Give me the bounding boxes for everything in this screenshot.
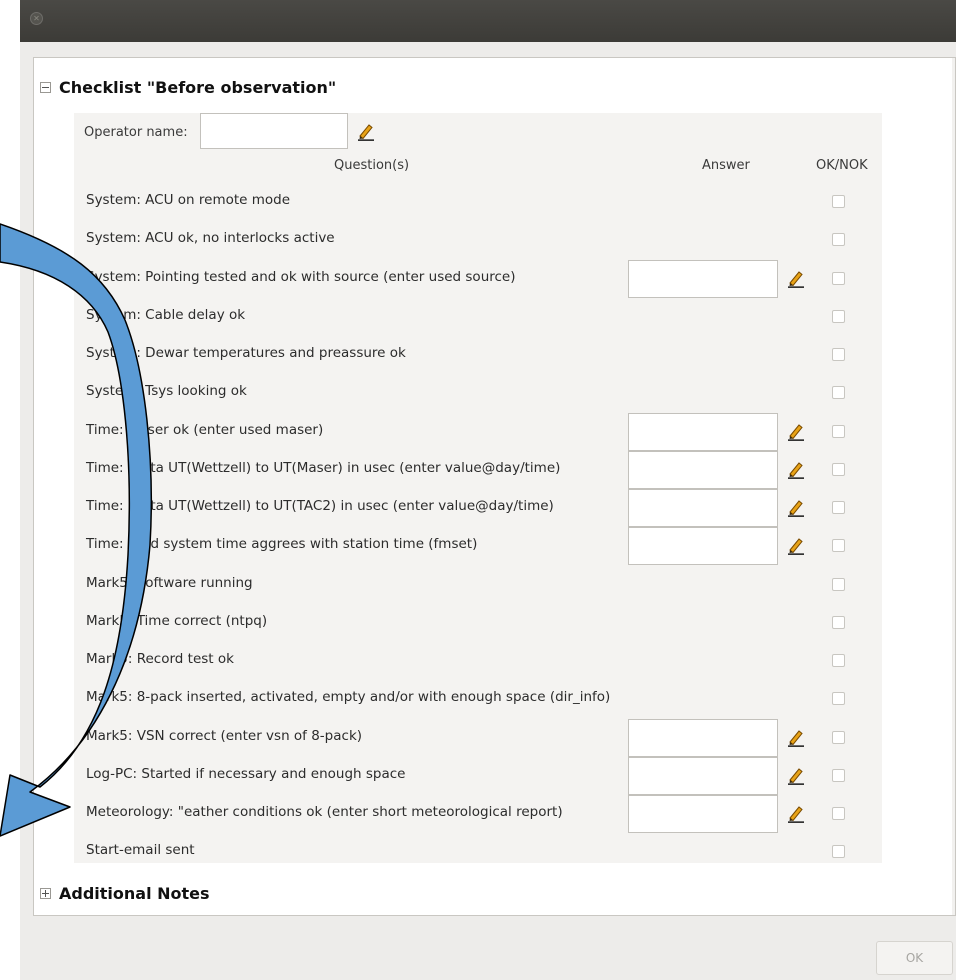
checklist-row: Time: Delta UT(Wettzell) to UT(Maser) in… [74, 450, 882, 489]
question-column-header: Question(s) [334, 158, 410, 173]
ok-checkbox[interactable] [832, 233, 845, 247]
question-text: System: ACU on remote mode [86, 192, 291, 208]
ok-button[interactable]: OK [876, 941, 953, 975]
question-text: Mark5: Time correct (ntpq) [86, 612, 268, 629]
checklist-row: System: Tsys looking ok [74, 375, 882, 411]
question-text: Time: Field system time aggrees with sta… [86, 536, 478, 553]
ok-checkbox[interactable] [832, 615, 845, 629]
expand-icon[interactable] [40, 887, 51, 899]
pencil-icon[interactable] [786, 459, 806, 479]
checklist-row: Time: Field system time aggrees with sta… [74, 527, 882, 566]
pencil-icon[interactable] [786, 765, 806, 785]
ok-checkbox[interactable] [832, 845, 845, 859]
checklist-row: System: Dewar temperatures and preassure… [74, 337, 882, 373]
pencil-icon[interactable] [786, 727, 806, 747]
checklist-row: Time: Maser ok (enter used maser) [74, 412, 882, 451]
ok-checkbox[interactable] [832, 309, 845, 323]
checklist-row: System: ACU on remote mode [74, 184, 882, 220]
ok-checkbox[interactable] [832, 271, 845, 285]
checklist-row: Meteorology: "eather conditions ok (ente… [74, 795, 882, 833]
checklist-row: System: Cable delay ok [74, 299, 882, 335]
question-text: System: ACU ok, no interlocks active [86, 230, 335, 247]
checklist-row: Log-PC: Started if necessary and enough … [74, 756, 882, 795]
ok-checkbox[interactable] [832, 501, 845, 514]
ok-checkbox[interactable] [832, 195, 845, 208]
pencil-icon[interactable] [786, 803, 806, 823]
question-text: System: Dewar temperatures and preassure… [86, 345, 406, 361]
pencil-icon[interactable] [786, 497, 806, 517]
operator-name-label: Operator name: [84, 125, 188, 140]
checklist-row: System: Pointing tested and ok with sour… [74, 259, 882, 298]
checklist-row: Time: Delta UT(Wettzell) to UT(TAC2) in … [74, 489, 882, 527]
checklist-panel: Operator name: Question(s) Answer OK/NOK… [74, 113, 882, 863]
answer-input[interactable] [628, 412, 778, 451]
title-bar: ✕ [20, 0, 956, 42]
checklist-title: Checklist "Before observation" [59, 77, 337, 97]
question-text: System: Tsys looking ok [86, 383, 247, 400]
question-text: Time: Delta UT(Wettzell) to UT(TAC2) in … [86, 498, 554, 514]
answer-input[interactable] [628, 527, 778, 566]
question-text: Mark5: Record test ok [86, 651, 234, 667]
ok-checkbox[interactable] [832, 386, 845, 400]
ok-checkbox[interactable] [832, 730, 845, 744]
question-text: System: Cable delay ok [86, 306, 246, 323]
question-text: Mark5: Software running [86, 574, 253, 591]
ok-checkbox[interactable] [832, 462, 845, 476]
ok-checkbox[interactable] [832, 424, 845, 438]
dialog-content: Checklist "Before observation" Operator … [33, 57, 956, 916]
question-text: System: Pointing tested and ok with sour… [86, 268, 516, 285]
answer-input[interactable] [628, 259, 778, 298]
ok-column-header: OK/NOK [816, 158, 868, 173]
notes-section-header[interactable]: Additional Notes [40, 881, 210, 905]
pencil-icon[interactable] [786, 268, 806, 288]
notes-title: Additional Notes [59, 883, 210, 903]
ok-checkbox[interactable] [832, 577, 845, 591]
pencil-icon[interactable] [356, 121, 376, 141]
checklist-section-header[interactable]: Checklist "Before observation" [40, 75, 336, 99]
question-text: Log-PC: Started if necessary and enough … [86, 765, 406, 782]
ok-checkbox[interactable] [832, 654, 845, 667]
checklist-row: System: ACU ok, no interlocks active [74, 222, 882, 258]
pencil-icon[interactable] [786, 421, 806, 441]
question-text: Mark5: 8-pack inserted, activated, empty… [86, 689, 611, 706]
answer-input[interactable] [628, 795, 778, 833]
ok-checkbox[interactable] [832, 348, 845, 361]
scrollbar[interactable] [952, 58, 955, 915]
pencil-icon[interactable] [786, 535, 806, 556]
answer-input[interactable] [628, 489, 778, 527]
ok-checkbox[interactable] [832, 807, 845, 820]
checklist-row: Mark5: 8-pack inserted, activated, empty… [74, 681, 882, 717]
question-text: Start-email sent [86, 842, 195, 859]
checklist-row: Start-email sent [74, 834, 882, 870]
answer-input[interactable] [628, 718, 778, 757]
question-text: Meteorology: "eather conditions ok (ente… [86, 804, 563, 820]
checklist-row: Mark5: Software running [74, 567, 882, 603]
question-text: Time: Delta UT(Wettzell) to UT(Maser) in… [86, 459, 561, 476]
ok-checkbox[interactable] [832, 539, 845, 553]
collapse-icon[interactable] [40, 81, 51, 93]
checklist-row: Mark5: Time correct (ntpq) [74, 605, 882, 641]
question-text: Mark5: VSN correct (enter vsn of 8-pack) [86, 727, 363, 744]
answer-input[interactable] [628, 450, 778, 489]
dialog-window: ✕ Checklist "Before observation" Operato… [20, 0, 956, 980]
operator-name-input[interactable] [200, 113, 348, 149]
checklist-row: Mark5: Record test ok [74, 643, 882, 679]
answer-input[interactable] [628, 756, 778, 795]
close-icon[interactable]: ✕ [30, 12, 43, 25]
checklist-row: Mark5: VSN correct (enter vsn of 8-pack) [74, 718, 882, 757]
ok-checkbox[interactable] [832, 692, 845, 706]
ok-checkbox[interactable] [832, 768, 845, 782]
answer-column-header: Answer [702, 158, 750, 173]
question-text: Time: Maser ok (enter used maser) [86, 421, 324, 438]
